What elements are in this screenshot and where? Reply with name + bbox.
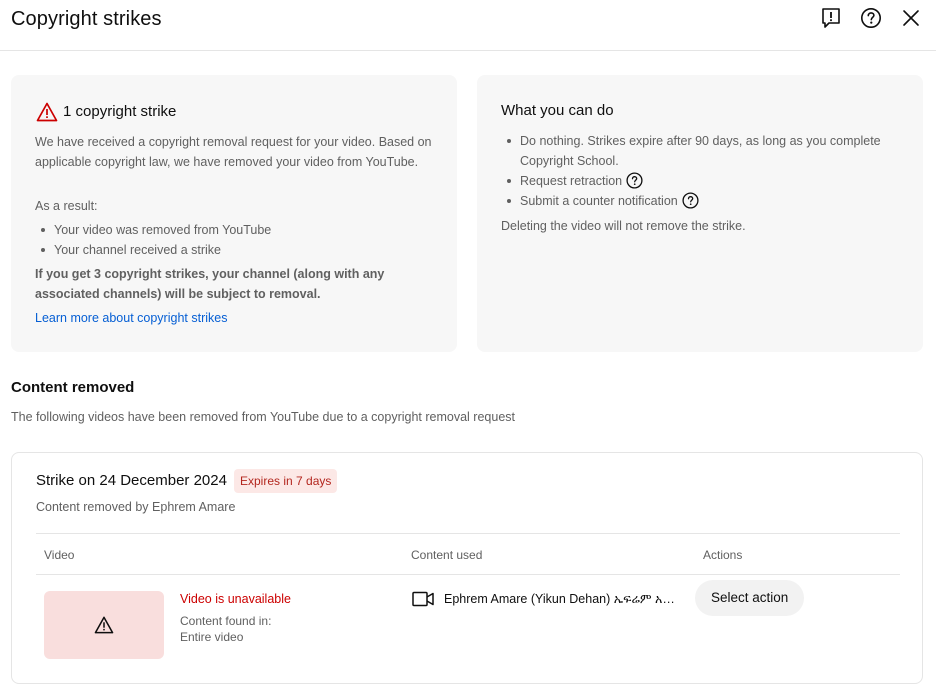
video-camera-icon [412,591,434,607]
list-item: Your video was removed from YouTube [35,220,271,240]
removed-by-text: Content removed by Ephrem Amare [36,500,236,514]
strike-count-heading: 1 copyright strike [36,102,176,122]
strike-date: Strike on 24 December 2024 [36,472,227,489]
column-header-content-used: Content used [411,548,483,562]
close-icon[interactable] [899,6,923,30]
request-retraction-label: Request retraction [520,174,623,188]
column-header-video: Video [44,548,75,562]
list-item: Request retraction [501,171,911,191]
removal-warning: If you get 3 copyright strikes, your cha… [35,267,385,301]
found-in-label: Content found in: [180,614,272,628]
list-item: Do nothing. Strikes expire after 90 days… [501,131,911,171]
content-used-cell: Ephrem Amare (Yikun Dehan) ኤፍሬም አማሬ (ይኩን… [412,589,680,609]
help-icon[interactable] [859,6,883,30]
counter-notification-label: Submit a counter notification [520,194,678,208]
content-used-title: Ephrem Amare (Yikun Dehan) ኤፍሬም አማሬ (ይኩን… [444,592,680,606]
warning-icon [36,102,58,122]
help-icon[interactable] [682,192,699,209]
strike-summary-card: 1 copyright strike We have received a co… [11,75,457,352]
table-header: Video Content used Actions [36,533,900,575]
what-you-can-do-title: What you can do [501,102,614,119]
warning-icon [94,616,114,634]
list-item: Submit a counter notification [501,191,911,211]
found-in-value: Entire video [180,630,244,644]
video-thumbnail [44,591,164,659]
content-found-in: Content found in: Entire video [180,613,271,645]
strike-detail-card: Strike on 24 December 2024 Expires in 7 … [11,452,923,684]
result-label: As a result: [35,199,98,213]
strike-intro-text: We have received a copyright removal req… [35,135,432,169]
content-removed-subtitle: The following videos have been removed f… [11,410,516,424]
strike-count-label: 1 copyright strike [63,103,177,120]
expires-badge: Expires in 7 days [234,469,338,493]
learn-more-link[interactable]: Learn more about copyright strikes [35,308,227,328]
list-item: Your channel received a strike [35,240,271,260]
what-you-can-do-card: What you can do Do nothing. Strikes expi… [477,75,923,352]
help-icon[interactable] [626,172,643,189]
deletion-note: Deleting the video will not remove the s… [501,219,746,233]
result-list: Your video was removed from YouTube Your… [35,220,271,260]
column-header-actions: Actions [703,548,743,562]
select-action-button[interactable]: Select action [695,580,805,616]
dialog-header: Copyright strikes [0,0,936,51]
content-removed-title: Content removed [11,379,135,396]
feedback-icon[interactable] [819,6,843,30]
video-status: Video is unavailable [180,592,291,606]
options-list: Do nothing. Strikes expire after 90 days… [501,131,911,211]
dialog-title: Copyright strikes [11,8,162,30]
